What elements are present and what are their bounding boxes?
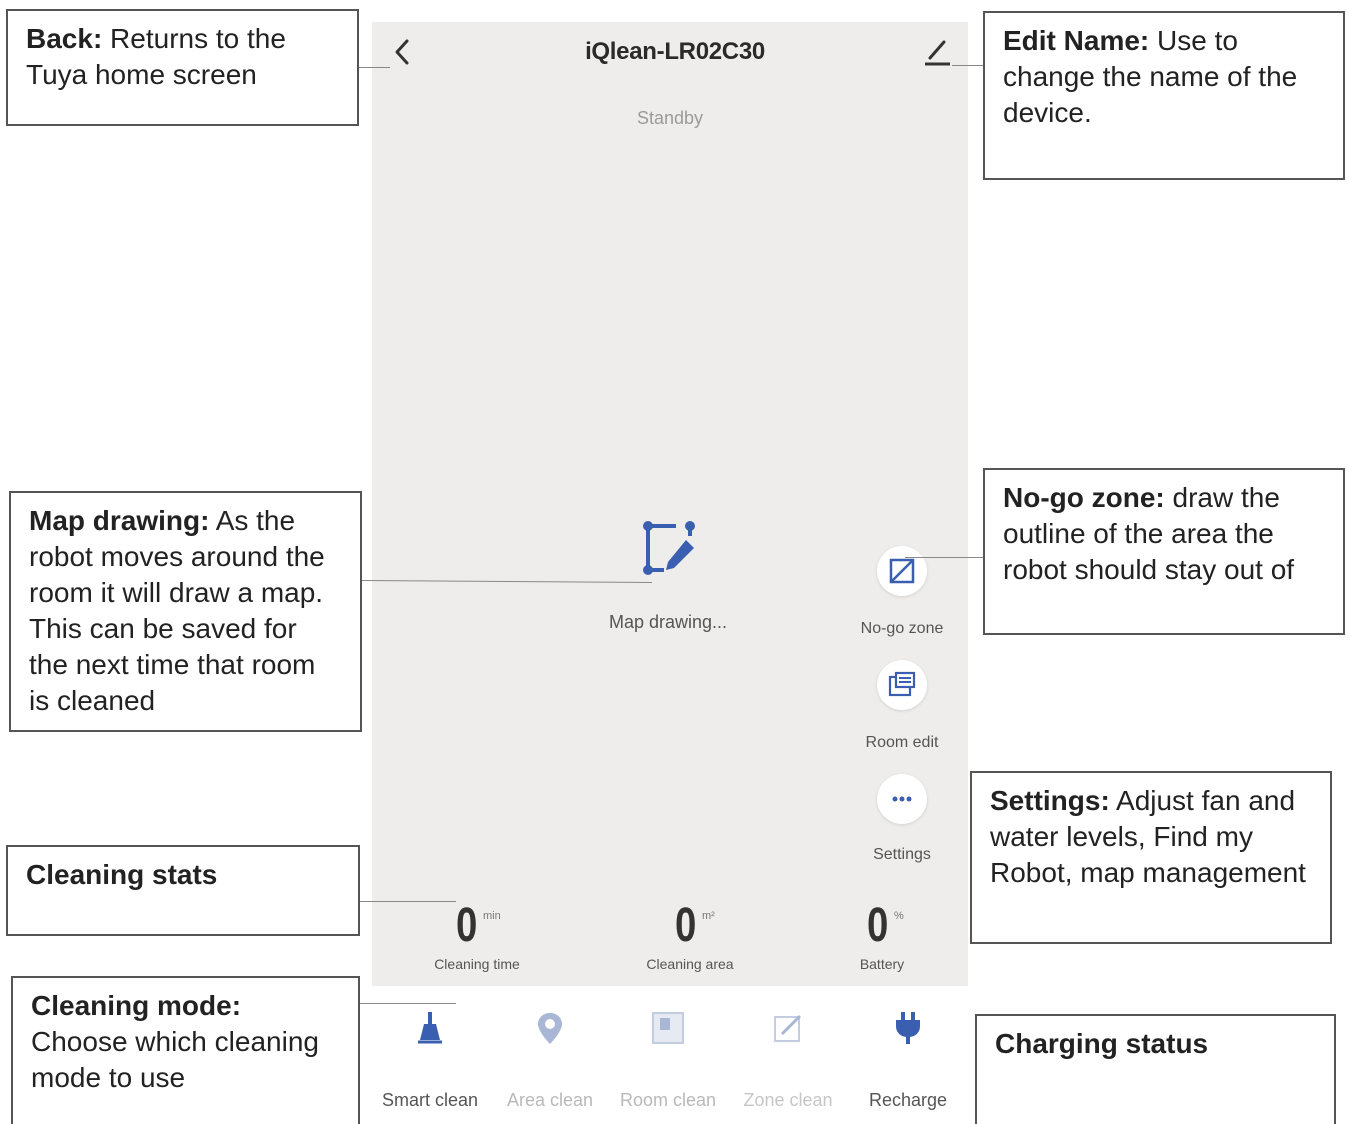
pencil-icon xyxy=(925,40,950,66)
leader-line-mode xyxy=(360,1003,456,1004)
callout-cleaning-stats: Cleaning stats xyxy=(6,845,360,936)
leader-line-stats xyxy=(360,901,456,902)
callout-back-title: Back: xyxy=(26,23,103,54)
zone-edit-icon xyxy=(768,1008,808,1048)
cleaning-time-label: Cleaning time xyxy=(434,956,520,972)
no-go-zone-icon xyxy=(889,558,915,584)
no-go-zone-label: No-go zone xyxy=(860,620,944,637)
mode-zone-clean[interactable]: Zone clean xyxy=(728,1000,848,1120)
callout-charging-status-title: Charging status xyxy=(995,1028,1209,1059)
callout-edit-name-title: Edit Name: xyxy=(1003,25,1150,56)
callout-no-go-zone-title: No-go zone: xyxy=(1003,482,1165,513)
callout-cleaning-stats-title: Cleaning stats xyxy=(26,859,218,890)
callout-edit-name: Edit Name: Use to change the name of the… xyxy=(983,11,1345,180)
chevron-left-icon xyxy=(395,39,409,65)
mode-recharge-label: Recharge xyxy=(868,1090,948,1110)
cleaning-area-unit: m² xyxy=(702,910,715,922)
mode-smart-clean[interactable]: Smart clean xyxy=(370,1000,490,1120)
callout-map-drawing: Map drawing: As the robot moves around t… xyxy=(9,491,362,732)
mode-area-clean[interactable]: Area clean xyxy=(490,1000,610,1120)
battery-label: Battery xyxy=(859,956,905,972)
broom-icon xyxy=(410,1008,450,1048)
app-screen xyxy=(372,22,968,986)
callout-map-drawing-title: Map drawing: xyxy=(29,505,210,536)
location-pin-icon xyxy=(530,1008,570,1048)
room-edit-button[interactable] xyxy=(877,660,927,710)
leader-line-back xyxy=(358,67,390,68)
cleaning-time-value: 0 xyxy=(456,899,478,952)
device-name-title: iQlean-LR02C30 xyxy=(585,38,765,65)
mode-room-clean-label: Room clean xyxy=(619,1090,717,1110)
plug-icon xyxy=(888,1008,928,1048)
device-status: Standby xyxy=(636,108,704,128)
more-dots-icon xyxy=(892,796,912,802)
cleaning-time-unit: min xyxy=(483,910,501,922)
callout-cleaning-mode-title: Cleaning mode: xyxy=(31,990,242,1021)
battery-unit: % xyxy=(894,910,904,922)
back-button[interactable] xyxy=(389,36,419,68)
callout-charging-status: Charging status xyxy=(975,1014,1336,1124)
mode-room-clean[interactable]: Room clean xyxy=(608,1000,728,1120)
callout-settings: Settings: Adjust fan and water levels, F… xyxy=(970,771,1332,944)
mode-recharge[interactable]: Recharge xyxy=(848,1000,968,1120)
settings-label: Settings xyxy=(873,846,931,863)
map-drawing-icon xyxy=(636,518,700,580)
settings-button[interactable] xyxy=(877,774,927,824)
callout-back: Back: Returns to the Tuya home screen xyxy=(6,9,359,126)
mode-area-clean-label: Area clean xyxy=(506,1090,594,1110)
cleaning-area-value: 0 xyxy=(675,899,697,952)
callout-map-drawing-text: As the robot moves around the room it wi… xyxy=(29,505,325,716)
room-edit-icon xyxy=(888,671,916,697)
mode-smart-clean-label: Smart clean xyxy=(381,1090,479,1110)
cleaning-area-label: Cleaning area xyxy=(646,956,734,972)
mode-zone-clean-label: Zone clean xyxy=(743,1090,833,1110)
callout-no-go-zone: No-go zone: draw the outline of the area… xyxy=(983,468,1345,635)
room-edit-label: Room edit xyxy=(865,734,939,751)
edit-name-button[interactable] xyxy=(920,36,954,68)
leader-line-edit xyxy=(952,65,984,66)
map-drawing-status: Map drawing... xyxy=(608,612,728,632)
callout-cleaning-mode: Cleaning mode: Choose which cleaning mod… xyxy=(11,976,360,1124)
callout-cleaning-mode-text: Choose which cleaning mode to use xyxy=(31,1026,319,1093)
battery-value: 0 xyxy=(867,899,889,952)
room-icon xyxy=(648,1008,688,1048)
callout-settings-title: Settings: xyxy=(990,785,1110,816)
no-go-zone-button[interactable] xyxy=(877,546,927,596)
leader-line-no-go xyxy=(905,557,983,558)
